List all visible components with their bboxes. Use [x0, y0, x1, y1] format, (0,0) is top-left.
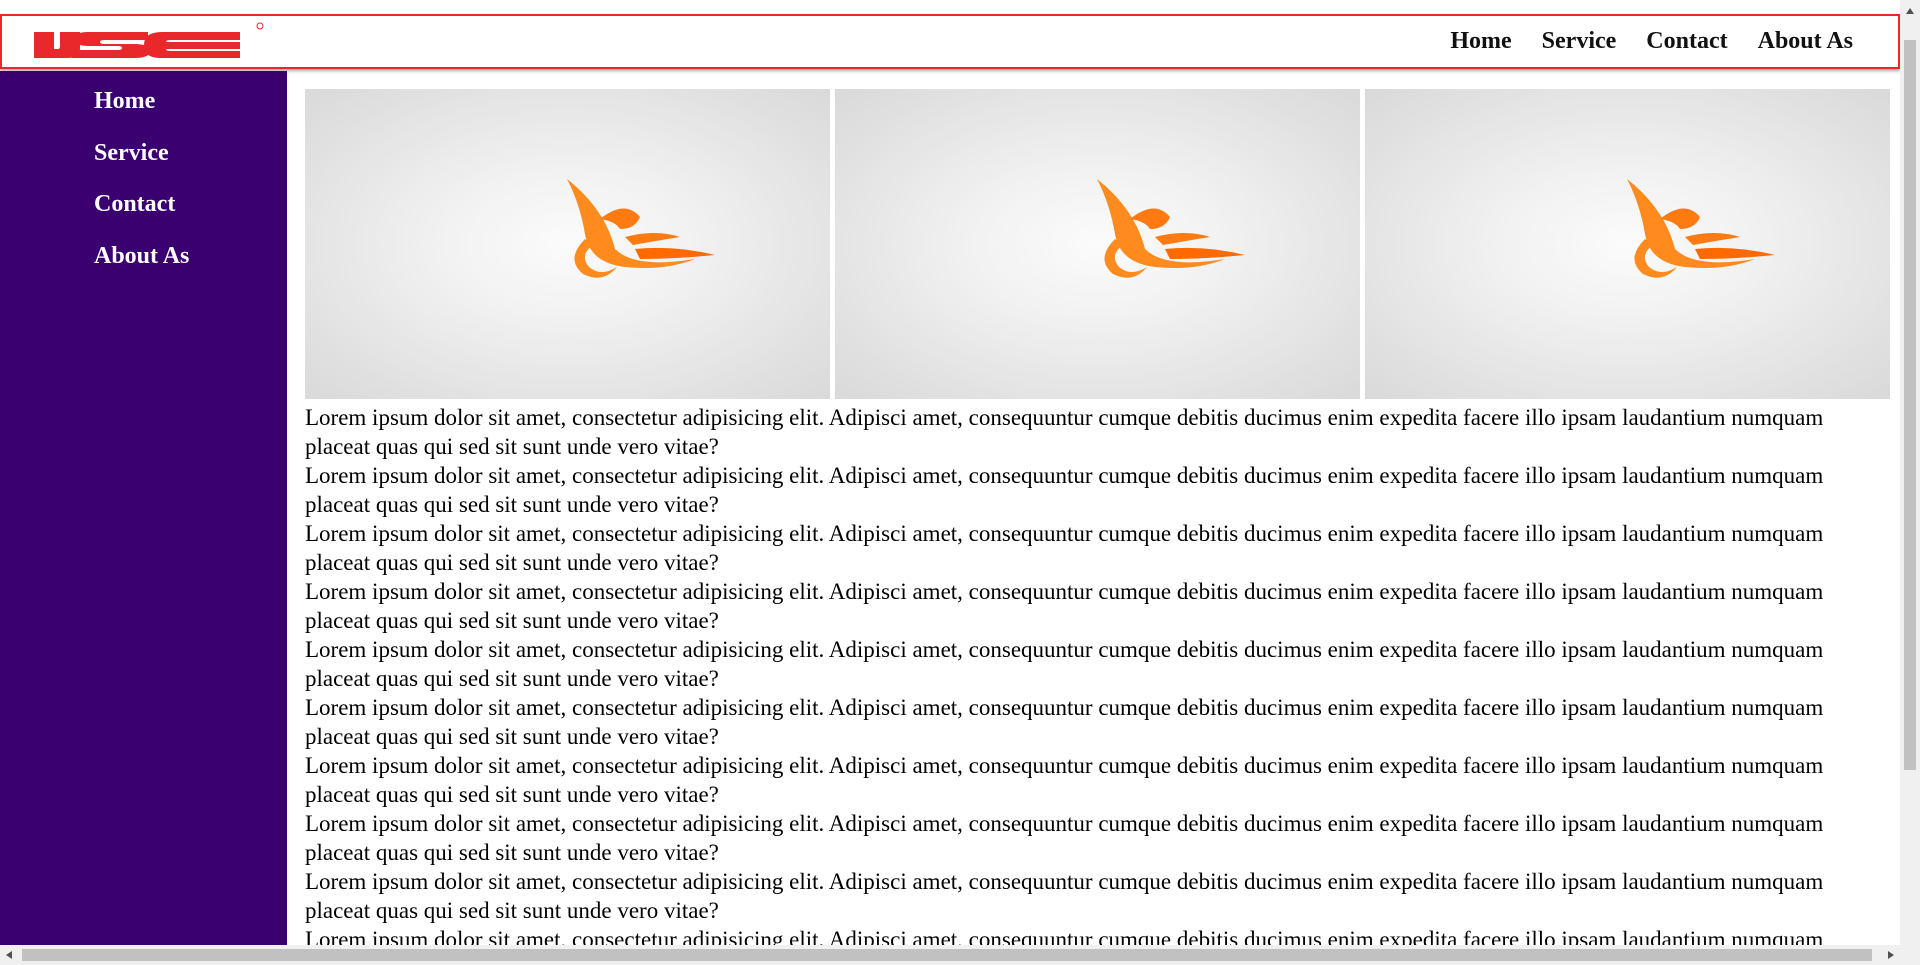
- paragraph: Lorem ipsum dolor sit amet, consectetur …: [305, 811, 1824, 865]
- horizontal-scrollbar[interactable]: [0, 945, 1920, 965]
- ijse-logo[interactable]: [32, 20, 264, 66]
- sidebar-item-service[interactable]: Service: [94, 140, 169, 167]
- top-nav-about[interactable]: About As: [1758, 28, 1853, 55]
- gallery-image: [835, 89, 1360, 399]
- orange-bird-logo-icon: [1097, 179, 1245, 278]
- site-header: Home Service Contact About As: [0, 14, 1900, 69]
- vertical-scroll-thumb[interactable]: [1904, 40, 1916, 770]
- paragraph: Lorem ipsum dolor sit amet, consectetur …: [305, 869, 1824, 923]
- paragraph: Lorem ipsum dolor sit amet, consectetur …: [305, 927, 1824, 945]
- orange-bird-logo-icon: [1627, 179, 1775, 278]
- sidebar-item-home[interactable]: Home: [94, 88, 155, 115]
- gallery-image: [305, 89, 830, 399]
- horizontal-scroll-thumb[interactable]: [22, 949, 1872, 961]
- sidebar-item-about[interactable]: About As: [94, 243, 189, 270]
- paragraph: Lorem ipsum dolor sit amet, consectetur …: [305, 579, 1824, 633]
- scroll-right-arrow-icon[interactable]: [1888, 951, 1894, 959]
- paragraph: Lorem ipsum dolor sit amet, consectetur …: [305, 521, 1824, 575]
- paragraph: Lorem ipsum dolor sit amet, consectetur …: [305, 637, 1824, 691]
- vertical-scrollbar[interactable]: [1900, 0, 1920, 945]
- sidebar-item-contact[interactable]: Contact: [94, 191, 175, 218]
- gallery-image: [1365, 89, 1890, 399]
- main-content: Lorem ipsum dolor sit amet, consectetur …: [305, 89, 1890, 945]
- paragraph: Lorem ipsum dolor sit amet, consectetur …: [305, 463, 1824, 517]
- top-nav-contact[interactable]: Contact: [1646, 28, 1727, 55]
- orange-bird-logo-icon: [567, 179, 715, 278]
- scroll-up-arrow-icon[interactable]: [1906, 8, 1914, 14]
- image-gallery: [305, 89, 1890, 399]
- paragraph: Lorem ipsum dolor sit amet, consectetur …: [305, 695, 1824, 749]
- paragraph: Lorem ipsum dolor sit amet, consectetur …: [305, 753, 1824, 807]
- article-text: Lorem ipsum dolor sit amet, consectetur …: [305, 403, 1865, 945]
- scroll-left-arrow-icon[interactable]: [6, 951, 12, 959]
- top-nav: Home Service Contact About As: [1420, 16, 1853, 67]
- paragraph: Lorem ipsum dolor sit amet, consectetur …: [305, 405, 1824, 459]
- sidebar: Home Service Contact About As: [0, 71, 287, 946]
- top-nav-home[interactable]: Home: [1450, 28, 1511, 55]
- top-nav-service[interactable]: Service: [1542, 28, 1617, 55]
